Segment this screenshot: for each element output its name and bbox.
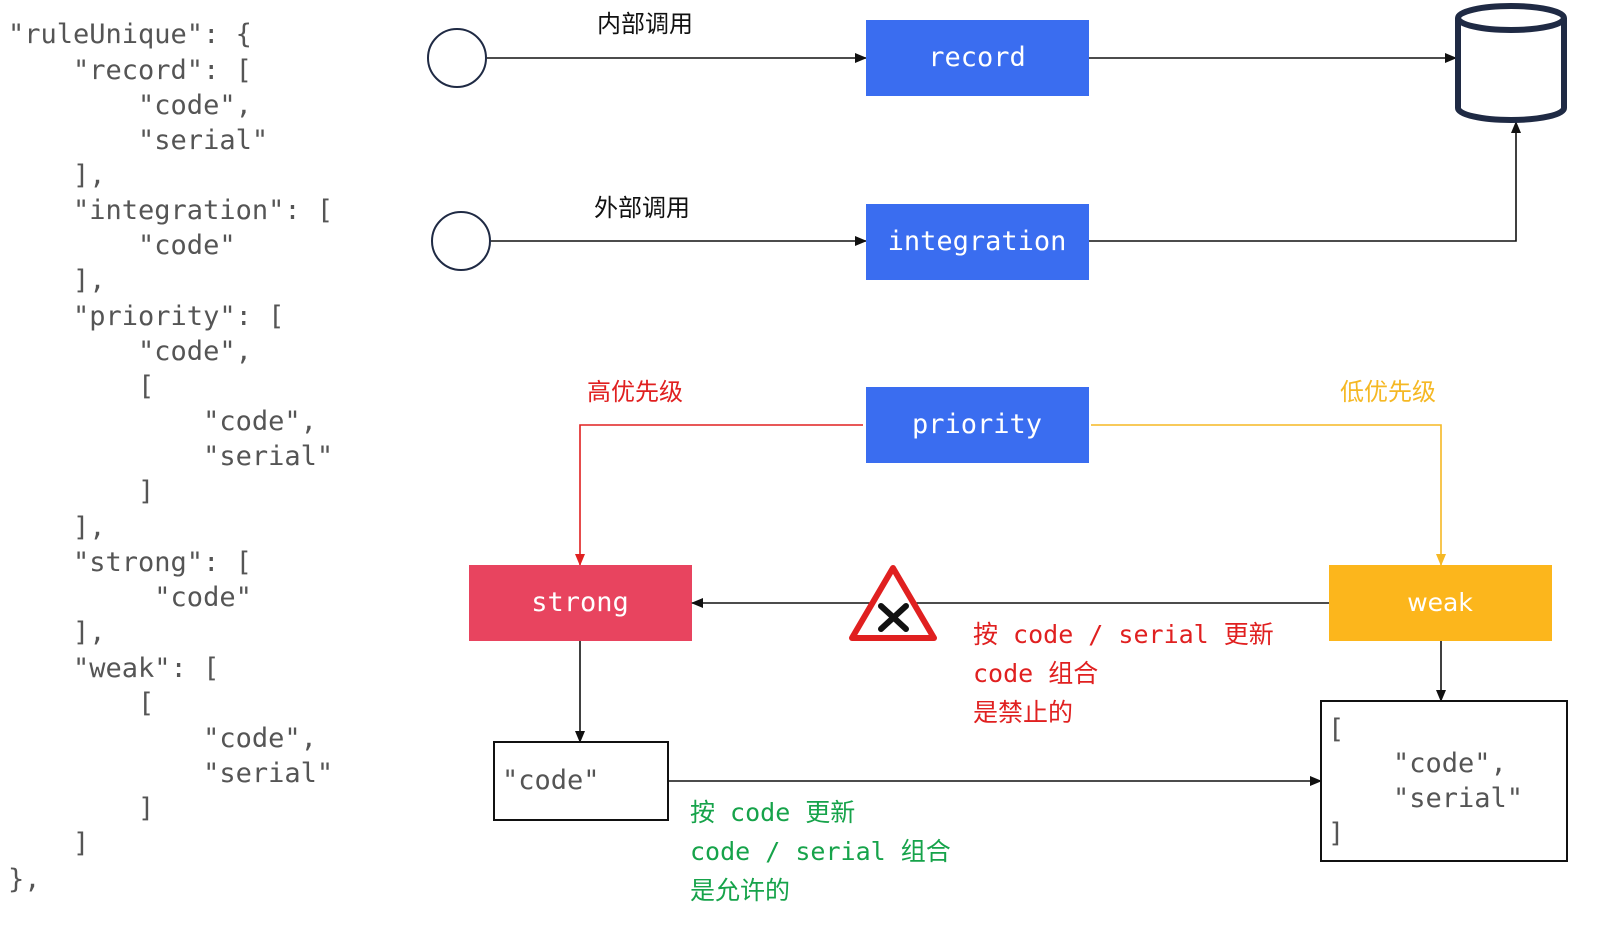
high-priority-label: 高优先级: [587, 378, 683, 406]
forbidden-note-line: 按 code / serial 更新: [973, 620, 1274, 649]
weak-result-line: [: [1328, 714, 1344, 745]
code-line: "ruleUnique": {: [8, 19, 252, 50]
code-line: ],: [8, 160, 106, 191]
internal-call-label: 内部调用: [597, 10, 693, 38]
database-icon: [1455, 3, 1567, 123]
code-line: "code",: [8, 723, 317, 754]
strong-node-label: strong: [531, 587, 629, 618]
low-priority-label: 低优先级: [1340, 378, 1436, 406]
code-line: "code": [8, 582, 252, 613]
record-node-label: record: [928, 42, 1026, 73]
code-line: "serial": [8, 125, 268, 156]
forbidden-note: 按 code / serial 更新 code 组合 是禁止的: [973, 620, 1274, 727]
code-line: ]: [8, 476, 154, 507]
allowed-note: 按 code 更新 code / serial 组合 是允许的: [690, 798, 951, 905]
code-line: "code",: [8, 336, 252, 367]
allowed-note-line: 按 code 更新: [690, 798, 855, 827]
diagram-canvas: "ruleUnique": { "record": [ "code", "ser…: [8, 3, 1568, 905]
json-code-block: "ruleUnique": { "record": [ "code", "ser…: [8, 19, 333, 895]
strong-result-text: "code": [502, 765, 600, 796]
weak-result-line: "code",: [1328, 748, 1507, 779]
code-line: ]: [8, 793, 154, 824]
external-start-node: [431, 211, 491, 271]
code-line: ],: [8, 265, 106, 296]
forbidden-note-line: code 组合: [973, 659, 1098, 688]
code-line: ]: [8, 828, 89, 859]
code-line: "strong": [: [8, 547, 252, 578]
low-priority-edge: [1091, 424, 1446, 566]
code-line: "serial": [8, 758, 333, 789]
weak-result-line: ]: [1328, 818, 1344, 849]
code-line: },: [8, 864, 41, 895]
code-line: "priority": [: [8, 301, 284, 332]
forbidden-note-line: 是禁止的: [973, 698, 1073, 727]
code-line: "code",: [8, 90, 252, 121]
code-line: "weak": [: [8, 653, 219, 684]
code-line: [: [8, 688, 154, 719]
integration-node-label: integration: [888, 226, 1067, 257]
code-line: ],: [8, 512, 106, 543]
high-priority-edge: [575, 424, 863, 566]
weak-result-line: "serial": [1328, 783, 1523, 814]
code-line: "code",: [8, 406, 317, 437]
external-call-label: 外部调用: [594, 194, 690, 222]
code-line: "record": [: [8, 55, 252, 86]
code-line: ],: [8, 617, 106, 648]
internal-start-node: [427, 28, 487, 88]
code-line: "serial": [8, 441, 333, 472]
code-line: "integration": [: [8, 195, 333, 226]
weak-result-box: [1320, 700, 1568, 862]
code-line: "code": [8, 230, 236, 261]
allowed-note-line: code / serial 组合: [690, 837, 951, 866]
weak-node-label: weak: [1407, 588, 1473, 617]
code-line: [: [8, 371, 154, 402]
integration-to-db-edge: [1089, 121, 1521, 242]
priority-node-label: priority: [912, 409, 1042, 440]
allowed-note-line: 是允许的: [690, 876, 790, 905]
